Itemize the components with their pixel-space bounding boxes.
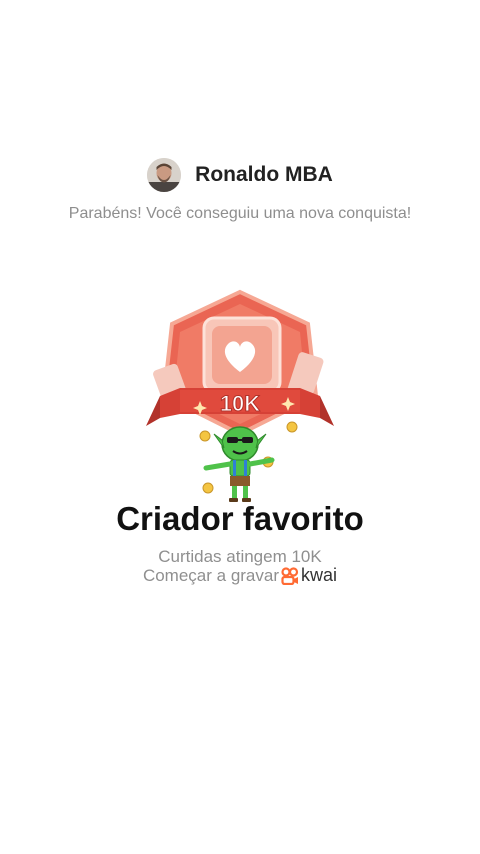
username[interactable]: Ronaldo MBA	[195, 163, 333, 187]
mascot-icon	[203, 426, 275, 502]
avatar-image	[147, 158, 182, 192]
kwai-brand-icon	[281, 566, 299, 585]
user-header: Ronaldo MBA	[0, 158, 480, 192]
achievement-badge: 10K	[140, 284, 340, 506]
badge-number: 10K	[220, 391, 260, 416]
avatar[interactable]	[147, 158, 182, 192]
badge-graphic: 10K	[146, 289, 334, 502]
congrats-message: Parabéns! Você conseguiu uma nova conqui…	[68, 205, 412, 222]
badge-title: Criador favorito	[116, 500, 364, 537]
record-label[interactable]: Começar a gravar	[143, 566, 279, 586]
kwai-brand-text: kwai	[301, 565, 338, 585]
kwai-logo: kwai	[281, 565, 337, 586]
record-cta[interactable]: Começar a gravar kwai	[0, 565, 480, 586]
badge-subtitle: Curtidas atingem 10K	[158, 547, 322, 566]
